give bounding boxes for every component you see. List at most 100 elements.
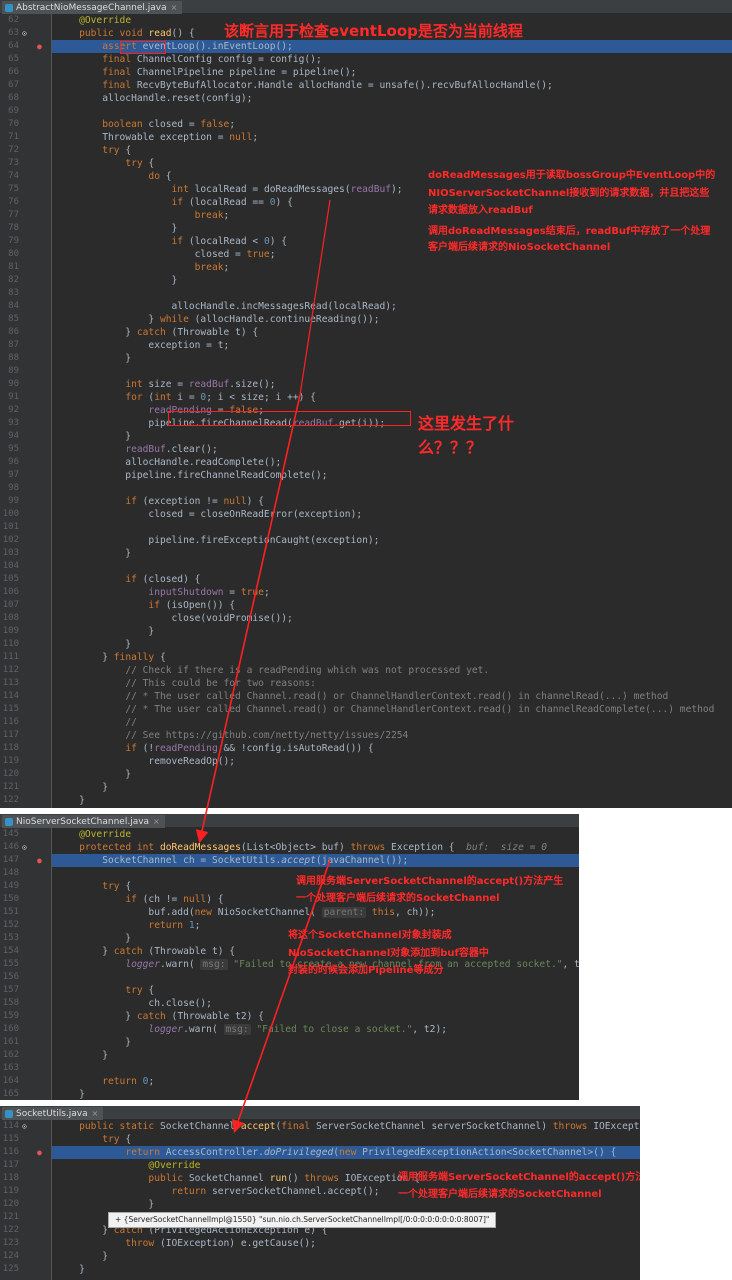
code-line[interactable]: } <box>56 1049 108 1062</box>
code-line[interactable]: allocHandle.incMessagesRead(localRead); <box>56 300 397 313</box>
code-line[interactable]: } <box>56 222 178 235</box>
assert-redbox <box>120 41 166 54</box>
code-line[interactable]: } <box>56 625 154 638</box>
code-line[interactable]: public SocketChannel run() throws IOExce… <box>56 1172 419 1185</box>
code-line[interactable]: if (localRead == 0) { <box>56 196 293 209</box>
code-line[interactable]: try { <box>56 880 131 893</box>
code-line[interactable]: } <box>56 1250 108 1263</box>
code-line[interactable]: allocHandle.readComplete(); <box>56 456 281 469</box>
tab-socket-utils[interactable]: SocketUtils.java × <box>2 1107 104 1120</box>
code-line[interactable]: pipeline.fireChannelReadComplete(); <box>56 469 327 482</box>
code-line[interactable]: return 1; <box>56 919 200 932</box>
code-line[interactable]: assert eventLoop().inEventLoop(); <box>56 40 293 53</box>
debug-value-tooltip[interactable]: + {ServerSocketChannelImpl@1550} "sun.ni… <box>108 1212 497 1228</box>
code-line[interactable]: } <box>56 768 131 781</box>
code-line[interactable]: } <box>56 1198 154 1211</box>
code-line[interactable]: try { <box>56 984 154 997</box>
code-line[interactable]: if (isOpen()) { <box>56 599 235 612</box>
code-line[interactable]: } while (allocHandle.continueReading()); <box>56 313 379 326</box>
code-line[interactable]: close(voidPromise()); <box>56 612 293 625</box>
code-line[interactable]: inputShutdown = true; <box>56 586 269 599</box>
code-line[interactable]: SocketChannel ch = SocketUtils.accept(ja… <box>56 854 408 867</box>
code-line[interactable]: throw (IOException) e.getCause(); <box>56 1237 316 1250</box>
tab-nio-server-socket-channel[interactable]: NioServerSocketChannel.java × <box>2 815 165 828</box>
code-line[interactable]: for (int i = 0; i < size; i ++) { <box>56 391 316 404</box>
code-line[interactable]: } finally { <box>56 651 166 664</box>
breakpoint-icon[interactable]: ● <box>37 854 42 867</box>
code-line[interactable]: // <box>56 716 137 729</box>
code-line[interactable]: @Override <box>56 1159 200 1172</box>
code-line[interactable]: public void read() { <box>56 27 195 40</box>
code-line[interactable]: // * The user called Channel.read() or C… <box>56 690 668 703</box>
code-line[interactable]: pipeline.fireExceptionCaught(exception); <box>56 534 379 547</box>
code-line[interactable]: logger.warn( msg: "Failed to close a soc… <box>56 1023 447 1036</box>
code-line[interactable]: } <box>56 932 131 945</box>
code-line[interactable]: // * The user called Channel.read() or C… <box>56 703 714 716</box>
code-line[interactable]: readBuf.clear(); <box>56 443 217 456</box>
close-tab-icon[interactable]: × <box>92 1109 99 1118</box>
code-line[interactable]: } <box>56 547 131 560</box>
code-line[interactable]: } catch (Throwable t) { <box>56 326 258 339</box>
code-line[interactable]: Throwable exception = null; <box>56 131 258 144</box>
code-line[interactable]: } <box>56 430 131 443</box>
code-line[interactable]: if (localRead < 0) { <box>56 235 288 248</box>
code-line[interactable]: if (exception != null) { <box>56 495 264 508</box>
code-line[interactable]: } <box>56 807 62 808</box>
code-line[interactable]: try { <box>56 144 131 157</box>
close-tab-icon[interactable]: × <box>171 3 178 12</box>
code-line[interactable]: int size = readBuf.size(); <box>56 378 275 391</box>
editor-tabbar: AbstractNioMessageChannel.java × <box>0 0 732 14</box>
code-area[interactable]: public static SocketChannel accept(final… <box>56 1120 640 1280</box>
code-line[interactable]: removeReadOp(); <box>56 755 235 768</box>
code-line[interactable]: closed = true; <box>56 248 276 261</box>
code-line[interactable]: return AccessController.doPrivileged(new… <box>56 1146 616 1159</box>
code-line[interactable]: try { <box>56 157 154 170</box>
code-line[interactable]: if (!readPending && !config.isAutoRead()… <box>56 742 373 755</box>
code-line[interactable]: @Override <box>56 14 131 27</box>
code-line[interactable]: int localRead = doReadMessages(readBuf); <box>56 183 403 196</box>
code-line[interactable]: protected int doReadMessages(List<Object… <box>56 841 547 854</box>
code-line[interactable]: final ChannelConfig config = config(); <box>56 53 322 66</box>
code-line[interactable]: } <box>56 1036 131 1049</box>
code-line[interactable]: final ChannelPipeline pipeline = pipelin… <box>56 66 356 79</box>
code-line[interactable]: } <box>56 1263 85 1276</box>
override-marker-icon[interactable]: ⊙ <box>22 841 27 854</box>
code-line[interactable]: // Check if there is a readPending which… <box>56 664 489 677</box>
code-line[interactable]: // See https://github.com/netty/netty/is… <box>56 729 408 742</box>
code-line[interactable]: final RecvByteBufAllocator.Handle allocH… <box>56 79 553 92</box>
code-line[interactable]: } <box>56 274 178 287</box>
code-line[interactable]: closed = closeOnReadError(exception); <box>56 508 362 521</box>
code-line[interactable]: do { <box>56 170 171 183</box>
code-line[interactable]: if (ch != null) { <box>56 893 223 906</box>
firechannelread-redbox <box>168 411 411 426</box>
breakpoint-icon[interactable]: ● <box>37 40 42 53</box>
code-line[interactable]: boolean closed = false; <box>56 118 235 131</box>
override-marker-icon[interactable]: ⊙ <box>22 1120 27 1133</box>
code-line[interactable]: } <box>56 1088 85 1100</box>
close-tab-icon[interactable]: × <box>153 817 160 826</box>
code-line[interactable]: } catch (Throwable t2) { <box>56 1010 264 1023</box>
code-line[interactable]: } <box>56 638 131 651</box>
code-line[interactable]: allocHandle.reset(config); <box>56 92 252 105</box>
code-line[interactable]: } catch (Throwable t) { <box>56 945 235 958</box>
override-marker-icon[interactable]: ⊙ <box>22 27 27 40</box>
code-line[interactable]: try { <box>56 1133 131 1146</box>
code-line[interactable]: } <box>56 781 108 794</box>
code-line[interactable]: return 0; <box>56 1075 154 1088</box>
code-line[interactable]: } <box>56 352 131 365</box>
code-line[interactable]: ch.close(); <box>56 997 212 1010</box>
code-line[interactable]: buf.add(new NioSocketChannel( parent: th… <box>56 906 435 919</box>
line-number: 161 <box>2 1037 19 1047</box>
code-line[interactable]: exception = t; <box>56 339 229 352</box>
code-line[interactable]: if (closed) { <box>56 573 200 586</box>
breakpoint-icon[interactable]: ● <box>37 1146 42 1159</box>
code-line[interactable]: } <box>56 794 85 807</box>
code-line[interactable]: break; <box>56 209 230 222</box>
code-line[interactable]: break; <box>56 261 230 274</box>
line-number: 92 <box>8 405 19 415</box>
code-line[interactable]: // This could be for two reasons: <box>56 677 316 690</box>
tab-abstract-nio-message-channel[interactable]: AbstractNioMessageChannel.java × <box>2 1 183 14</box>
code-line[interactable]: return serverSocketChannel.accept(); <box>56 1185 380 1198</box>
code-line[interactable]: public static SocketChannel accept(final… <box>56 1120 640 1133</box>
code-line[interactable]: @Override <box>56 828 131 841</box>
